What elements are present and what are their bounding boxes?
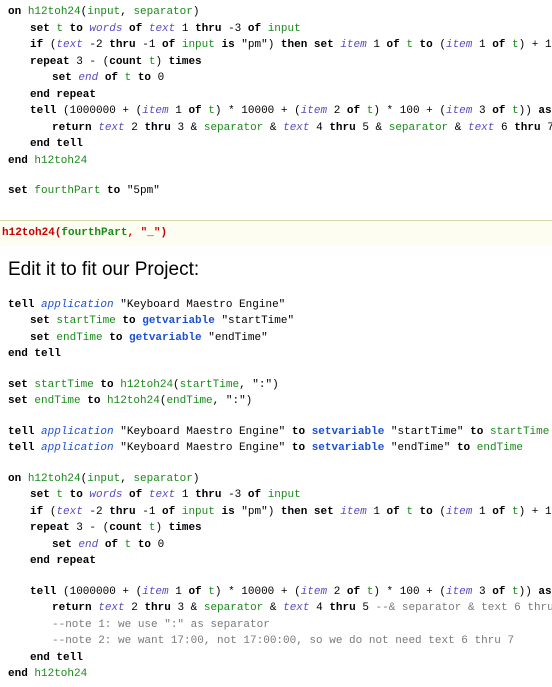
code-line: on h12toh24(input, separator)	[8, 471, 544, 488]
code-line: set endTime to getvariable "endTime"	[8, 330, 544, 347]
code-line: on h12toh24(input, separator)	[8, 4, 544, 21]
code-line: set startTime to getvariable "startTime"	[8, 313, 544, 330]
code-line: set endTime to h12toh24(endTime, ":")	[8, 393, 544, 410]
code-comment: --note 1: we use ":" as separator	[8, 617, 544, 634]
code-line: end repeat	[8, 87, 544, 104]
code-line: set end of t to 0	[8, 537, 544, 554]
code-line: end h12toh24	[8, 153, 544, 170]
code-line: set t to words of text 1 thru -3 of inpu…	[8, 487, 544, 504]
code-line: set startTime to h12toh24(startTime, ":"…	[8, 377, 544, 394]
code-line: end tell	[8, 346, 544, 363]
code-line: repeat 3 - (count t) times	[8, 54, 544, 71]
code-line: return text 2 thru 3 & separator & text …	[8, 600, 544, 617]
code-line: set fourthPart to "5pm"	[8, 183, 544, 200]
code-line: end repeat	[8, 553, 544, 570]
code-line: end tell	[8, 136, 544, 153]
repl-prompt[interactable]: h12toh24(fourthPart, "_")	[0, 220, 552, 247]
section-heading: Edit it to fit our Project:	[8, 256, 544, 285]
code-line: set end of t to 0	[8, 70, 544, 87]
code-line: repeat 3 - (count t) times	[8, 520, 544, 537]
code-line: tell (1000000 + (item 1 of t) * 10000 + …	[8, 103, 544, 120]
code-line: if (text -2 thru -1 of input is "pm") th…	[8, 37, 544, 54]
code-line: tell application "Keyboard Maestro Engin…	[8, 440, 544, 457]
code-line: tell application "Keyboard Maestro Engin…	[8, 297, 544, 314]
code-line: end h12toh24	[8, 666, 544, 683]
code-line: tell (1000000 + (item 1 of t) * 10000 + …	[8, 584, 544, 601]
code-line: if (text -2 thru -1 of input is "pm") th…	[8, 504, 544, 521]
code-line: return text 2 thru 3 & separator & text …	[8, 120, 544, 137]
code-line: set t to words of text 1 thru -3 of inpu…	[8, 21, 544, 38]
code-line: end tell	[8, 650, 544, 667]
code-comment: --note 2: we want 17:00, not 17:00:00, s…	[8, 633, 544, 650]
code-line: tell application "Keyboard Maestro Engin…	[8, 424, 544, 441]
